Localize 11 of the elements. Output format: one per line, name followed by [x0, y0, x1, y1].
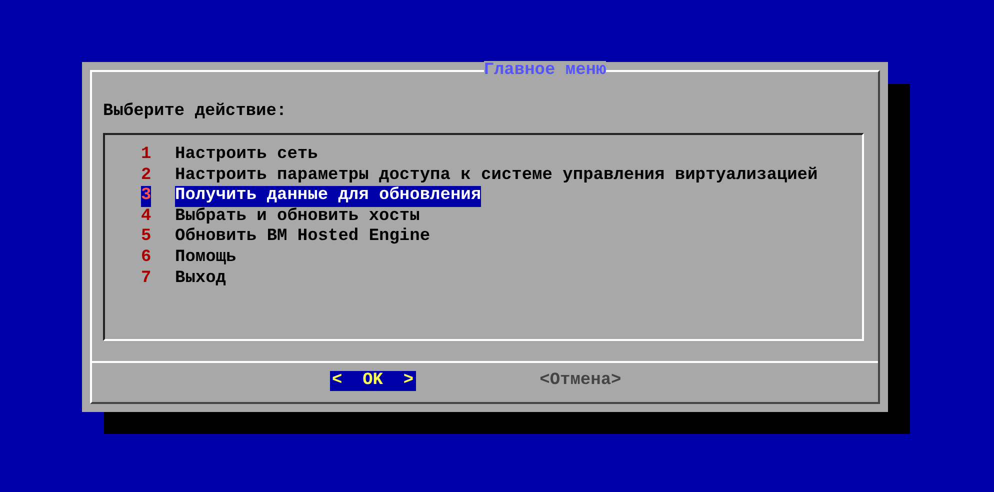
menu-item[interactable]: Обновить BM Hosted Engine: [175, 227, 430, 248]
prompt-text: Выберите действие:: [103, 102, 288, 122]
menu-item-number[interactable]: 3: [141, 186, 151, 207]
menu-item[interactable]: Настроить сеть: [175, 145, 318, 166]
menu-item[interactable]: Помощь: [175, 248, 236, 269]
cancel-button[interactable]: <Отмена>: [538, 371, 624, 391]
menu-item[interactable]: Настроить параметры доступа к системе управления виртуализацией: [175, 166, 818, 186]
menu-item[interactable]: Выход: [175, 268, 226, 290]
ok-button[interactable]: < OK >: [330, 371, 416, 391]
menu-item[interactable]: Выбрать и обновить хосты: [175, 206, 420, 228]
menu-item[interactable]: Получить данные для обновления: [175, 186, 482, 207]
